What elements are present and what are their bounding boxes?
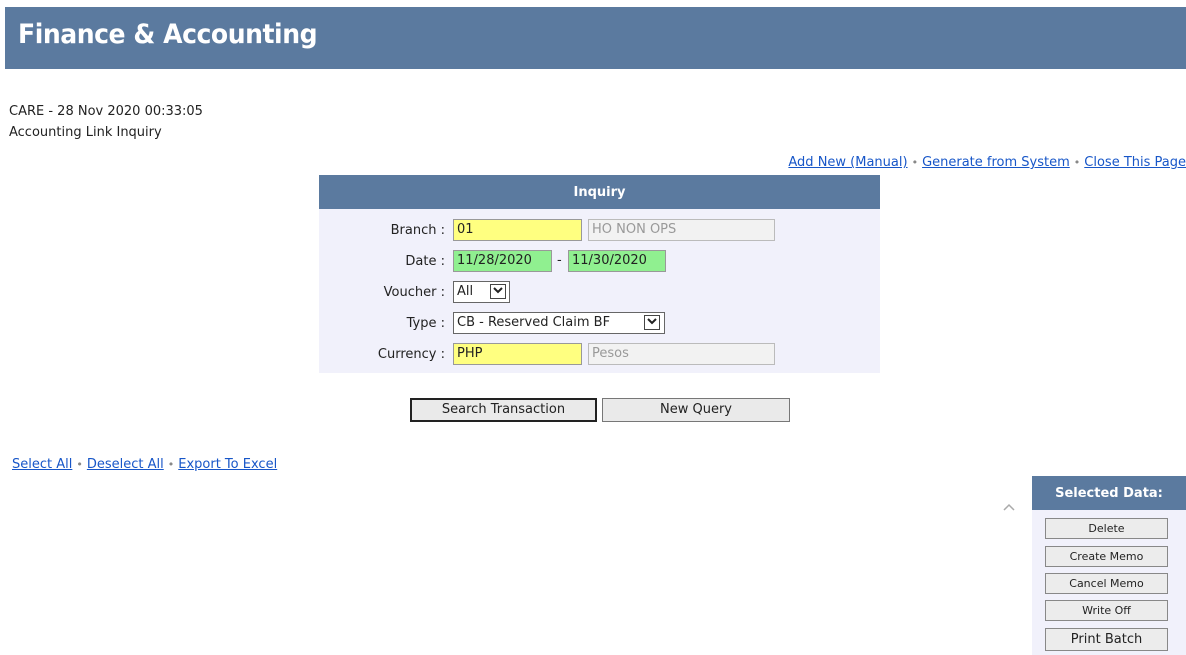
date-row: Date : 11/28/2020 - 11/30/2020 [319, 250, 880, 276]
generate-from-system-link[interactable]: Generate from System [922, 155, 1070, 170]
date-label: Date : [405, 254, 445, 269]
separator: • [1073, 156, 1081, 169]
add-new-manual-link[interactable]: Add New (Manual) [788, 155, 907, 170]
type-label: Type : [406, 316, 445, 331]
branch-label: Branch : [390, 223, 445, 238]
select-all-link[interactable]: Select All [12, 457, 72, 472]
voucher-label: Voucher : [383, 285, 445, 300]
branch-code-input[interactable]: 01 [453, 219, 582, 241]
date-to-input[interactable]: 11/30/2020 [568, 250, 666, 272]
chevron-up-icon[interactable] [1003, 502, 1015, 514]
create-memo-button[interactable]: Create Memo [1045, 546, 1168, 567]
selected-data-panel: Selected Data: Delete Create Memo Cancel… [1032, 476, 1186, 655]
currency-code-input[interactable]: PHP [453, 343, 582, 365]
type-value: CB - Reserved Claim BF [457, 315, 611, 330]
cancel-memo-button[interactable]: Cancel Memo [1045, 573, 1168, 594]
chevron-down-icon [644, 315, 660, 330]
type-select[interactable]: CB - Reserved Claim BF [453, 312, 665, 334]
list-links: Select All • Deselect All • Export To Excel [12, 457, 277, 472]
voucher-row: Voucher : All [319, 281, 880, 307]
top-links: Add New (Manual) • Generate from System • Cl… [788, 155, 1186, 170]
separator: • [167, 458, 175, 471]
voucher-select[interactable]: All [453, 281, 510, 303]
separator: • [76, 458, 83, 471]
currency-label: Currency : [377, 347, 445, 362]
currency-name-field: Pesos [588, 343, 775, 365]
branch-name-field: HO NON OPS [588, 219, 775, 241]
app-title: Finance & Accounting [18, 19, 318, 50]
date-from-input[interactable]: 11/28/2020 [453, 250, 552, 272]
session-info: CARE - 28 Nov 2020 00:33:05 [9, 104, 203, 119]
delete-button[interactable]: Delete [1045, 518, 1168, 539]
type-row: Type : CB - Reserved Claim BF [319, 312, 880, 338]
selected-data-title: Selected Data: [1032, 476, 1186, 510]
write-off-button[interactable]: Write Off [1045, 600, 1168, 621]
chevron-down-icon [490, 284, 506, 299]
separator: • [911, 156, 919, 169]
print-batch-button[interactable]: Print Batch [1045, 628, 1168, 651]
new-query-button[interactable]: New Query [602, 398, 790, 422]
export-to-excel-link[interactable]: Export To Excel [178, 457, 277, 472]
currency-row: Currency : PHP Pesos [319, 343, 880, 369]
branch-row: Branch : 01 HO NON OPS [319, 219, 880, 245]
close-page-link[interactable]: Close This Page [1084, 155, 1186, 170]
date-separator: - [557, 253, 562, 268]
search-transaction-button[interactable]: Search Transaction [410, 398, 597, 422]
deselect-all-link[interactable]: Deselect All [87, 457, 164, 472]
inquiry-form: Inquiry Branch : 01 HO NON OPS Date : 11… [319, 175, 880, 373]
app-header: Finance & Accounting [5, 7, 1186, 69]
inquiry-title: Inquiry [319, 175, 880, 209]
page-title: Accounting Link Inquiry [9, 125, 162, 140]
voucher-value: All [457, 284, 474, 299]
